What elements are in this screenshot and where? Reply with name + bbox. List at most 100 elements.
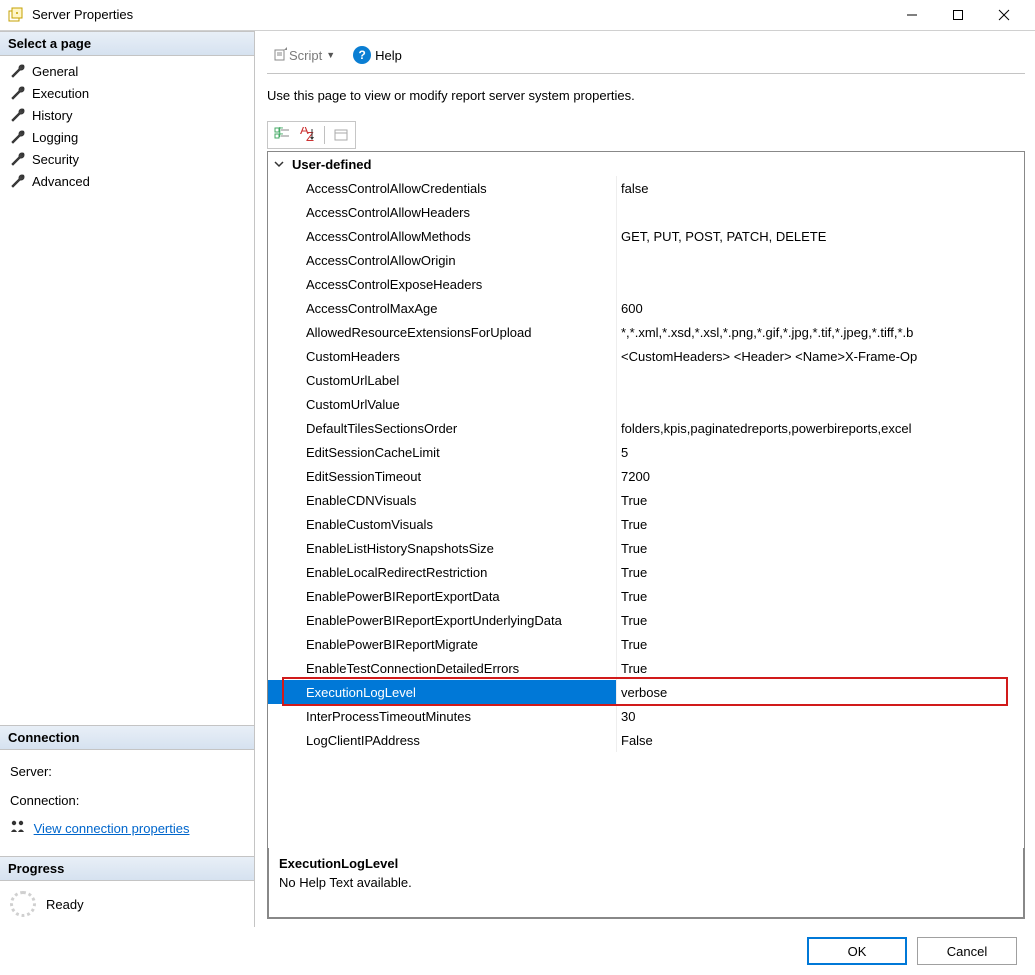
property-row[interactable]: AccessControlAllowHeaders <box>268 200 1024 224</box>
property-row[interactable]: InterProcessTimeoutMinutes30 <box>268 704 1024 728</box>
property-value[interactable]: True <box>616 536 1024 560</box>
page-list: General Execution HistoryLogging Security Ad… <box>0 56 254 196</box>
property-pages-button[interactable] <box>329 124 353 146</box>
property-name: InterProcessTimeoutMinutes <box>268 704 616 728</box>
property-name: EnableListHistorySnapshotsSize <box>268 536 616 560</box>
property-value[interactable]: 600 <box>616 296 1024 320</box>
view-connection-properties-link[interactable]: View connection properties <box>34 821 190 836</box>
script-label: Script <box>289 48 322 63</box>
script-button[interactable]: Script ▼ <box>267 43 341 68</box>
property-value[interactable] <box>616 392 1024 416</box>
property-row[interactable]: DefaultTilesSectionsOrderfolders,kpis,pa… <box>268 416 1024 440</box>
property-row[interactable]: EnableCustomVisualsTrue <box>268 512 1024 536</box>
sidebar-page-history[interactable]: History <box>0 104 254 126</box>
property-name: AccessControlAllowHeaders <box>268 200 616 224</box>
property-row[interactable]: EditSessionTimeout7200 <box>268 464 1024 488</box>
property-value[interactable]: True <box>616 560 1024 584</box>
sidebar-page-security[interactable]: Security <box>0 148 254 170</box>
property-value[interactable]: 7200 <box>616 464 1024 488</box>
property-row[interactable]: ExecutionLogLevel <box>268 680 1024 704</box>
cancel-button[interactable]: Cancel <box>917 937 1017 965</box>
property-row[interactable]: EnableLocalRedirectRestrictionTrue <box>268 560 1024 584</box>
property-row[interactable]: EditSessionCacheLimit5 <box>268 440 1024 464</box>
property-value[interactable] <box>616 368 1024 392</box>
ok-button[interactable]: OK <box>807 937 907 965</box>
property-value[interactable] <box>616 272 1024 296</box>
category-row[interactable]: User-defined <box>268 152 1024 176</box>
property-row[interactable]: AccessControlAllowMethodsGET, PUT, POST,… <box>268 224 1024 248</box>
property-row[interactable]: EnableTestConnectionDetailedErrorsTrue <box>268 656 1024 680</box>
property-name: EnableCDNVisuals <box>268 488 616 512</box>
page-label: Execution <box>32 86 89 101</box>
help-icon: ? <box>353 46 371 64</box>
property-value[interactable]: <CustomHeaders> <Header> <Name>X-Frame-O… <box>616 344 1024 368</box>
property-row[interactable]: AllowedResourceExtensionsForUpload*,*.xm… <box>268 320 1024 344</box>
property-value[interactable]: 30 <box>616 704 1024 728</box>
connection-header: Connection <box>0 725 254 750</box>
property-value[interactable]: *,*.xml,*.xsd,*.xsl,*.png,*.gif,*.jpg,*.… <box>616 320 1024 344</box>
help-button[interactable]: ? Help <box>347 43 408 67</box>
property-row[interactable]: AccessControlMaxAge600 <box>268 296 1024 320</box>
property-row[interactable]: EnablePowerBIReportExportUnderlyingDataT… <box>268 608 1024 632</box>
property-value[interactable]: folders,kpis,paginatedreports,powerbirep… <box>616 416 1024 440</box>
property-row[interactable]: AccessControlExposeHeaders <box>268 272 1024 296</box>
page-label: General <box>32 64 78 79</box>
main-toolbar: Script ▼ ? Help <box>267 39 1025 71</box>
property-value[interactable] <box>616 200 1024 224</box>
categorized-button[interactable]: ++ <box>270 124 294 146</box>
sidebar-page-general[interactable]: General <box>0 60 254 82</box>
property-row[interactable]: EnablePowerBIReportMigrateTrue <box>268 632 1024 656</box>
property-value[interactable]: True <box>616 608 1024 632</box>
property-name: EnableCustomVisuals <box>268 512 616 536</box>
property-rows: User-defined AccessControlAllowCredentia… <box>268 152 1024 848</box>
chevron-down-icon <box>272 157 286 171</box>
property-row[interactable]: AccessControlAllowCredentialsfalse <box>268 176 1024 200</box>
chevron-down-icon: ▼ <box>326 50 335 60</box>
progress-status: Ready <box>46 897 84 912</box>
property-name: EnablePowerBIReportExportUnderlyingData <box>268 608 616 632</box>
property-name: CustomUrlLabel <box>268 368 616 392</box>
property-row[interactable]: CustomUrlLabel <box>268 368 1024 392</box>
property-value[interactable]: 5 <box>616 440 1024 464</box>
page-label: Security <box>32 152 79 167</box>
svg-text:Z: Z <box>306 129 314 143</box>
property-value[interactable]: True <box>616 512 1024 536</box>
property-row[interactable]: EnableListHistorySnapshotsSizeTrue <box>268 536 1024 560</box>
minimize-button[interactable] <box>889 1 935 29</box>
property-value[interactable]: false <box>616 176 1024 200</box>
sidebar-page-logging[interactable]: Logging <box>0 126 254 148</box>
sidebar-page-advanced[interactable]: Advanced <box>0 170 254 192</box>
property-value[interactable]: GET, PUT, POST, PATCH, DELETE <box>616 224 1024 248</box>
property-value[interactable]: True <box>616 632 1024 656</box>
property-value[interactable]: False <box>616 728 1024 752</box>
property-row[interactable]: CustomHeaders<CustomHeaders> <Header> <N… <box>268 344 1024 368</box>
property-name: ExecutionLogLevel <box>268 680 616 704</box>
progress-header: Progress <box>0 856 254 881</box>
property-row[interactable]: CustomUrlValue <box>268 392 1024 416</box>
people-icon <box>10 815 26 844</box>
property-name: CustomHeaders <box>268 344 616 368</box>
server-label: Server: <box>10 758 244 787</box>
wrench-icon <box>10 107 26 123</box>
property-value[interactable]: True <box>616 488 1024 512</box>
property-row[interactable]: AccessControlAllowOrigin <box>268 248 1024 272</box>
property-name: DefaultTilesSectionsOrder <box>268 416 616 440</box>
select-page-header: Select a page <box>0 31 254 56</box>
property-row[interactable]: LogClientIPAddressFalse <box>268 728 1024 752</box>
property-value[interactable]: True <box>616 584 1024 608</box>
property-value[interactable] <box>616 248 1024 272</box>
property-row[interactable]: EnablePowerBIReportExportDataTrue <box>268 584 1024 608</box>
property-value[interactable] <box>616 680 1024 704</box>
page-label: Advanced <box>32 174 90 189</box>
property-name: LogClientIPAddress <box>268 728 616 752</box>
title-bar: Server Properties <box>0 0 1035 30</box>
alphabetical-button[interactable]: AZ <box>296 124 320 146</box>
property-name: AccessControlMaxAge <box>268 296 616 320</box>
property-value[interactable]: True <box>616 656 1024 680</box>
maximize-button[interactable] <box>935 1 981 29</box>
close-button[interactable] <box>981 1 1027 29</box>
property-value-input[interactable] <box>621 680 1024 704</box>
sidebar-page-execution[interactable]: Execution <box>0 82 254 104</box>
property-row[interactable]: EnableCDNVisualsTrue <box>268 488 1024 512</box>
property-name: AccessControlAllowOrigin <box>268 248 616 272</box>
